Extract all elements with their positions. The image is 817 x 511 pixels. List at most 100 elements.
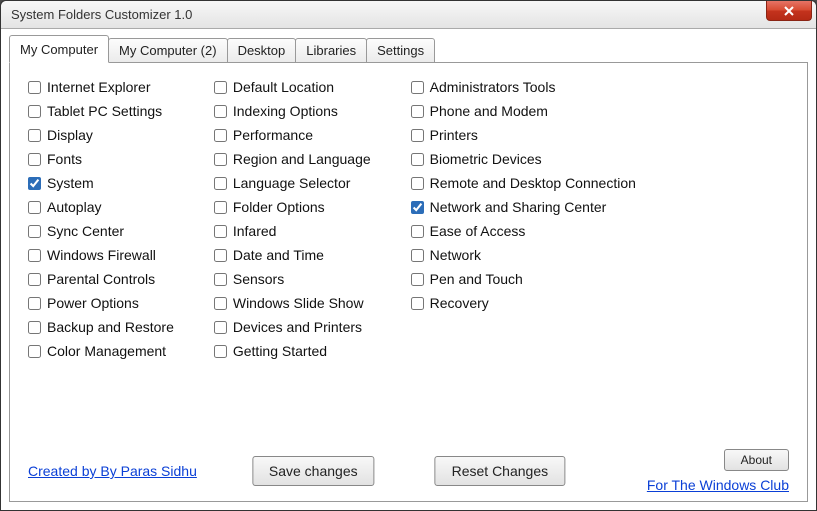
column-3: Administrators Tools Phone and Modem Print… <box>411 79 636 443</box>
option-label: Backup and Restore <box>47 319 174 335</box>
option-windows-slide-show[interactable]: Windows Slide Show <box>214 295 371 311</box>
checkbox[interactable] <box>411 105 424 118</box>
option-label: Autoplay <box>47 199 101 215</box>
tabstrip: My ComputerMy Computer (2)DesktopLibrari… <box>9 35 808 63</box>
author-link[interactable]: Created by By Paras Sidhu <box>28 463 197 479</box>
checkbox[interactable] <box>411 225 424 238</box>
option-color-management[interactable]: Color Management <box>28 343 174 359</box>
checkbox[interactable] <box>411 153 424 166</box>
checkbox[interactable] <box>411 273 424 286</box>
option-label: Biometric Devices <box>430 151 542 167</box>
option-label: Sync Center <box>47 223 124 239</box>
option-sensors[interactable]: Sensors <box>214 271 371 287</box>
option-windows-firewall[interactable]: Windows Firewall <box>28 247 174 263</box>
option-infared[interactable]: Infared <box>214 223 371 239</box>
checkbox[interactable] <box>214 177 227 190</box>
option-system[interactable]: System <box>28 175 174 191</box>
option-ease-of-access[interactable]: Ease of Access <box>411 223 636 239</box>
checkbox[interactable] <box>411 129 424 142</box>
option-label: Indexing Options <box>233 103 338 119</box>
checkbox[interactable] <box>214 345 227 358</box>
option-label: Administrators Tools <box>430 79 556 95</box>
checkbox[interactable] <box>411 201 424 214</box>
option-network[interactable]: Network <box>411 247 636 263</box>
option-indexing-options[interactable]: Indexing Options <box>214 103 371 119</box>
checkbox-columns: Internet Explorer Tablet PC Settings Displ… <box>28 79 789 443</box>
checkbox[interactable] <box>28 273 41 286</box>
checkbox[interactable] <box>28 105 41 118</box>
close-button[interactable] <box>766 1 812 21</box>
checkbox[interactable] <box>411 81 424 94</box>
option-language-selector[interactable]: Language Selector <box>214 175 371 191</box>
tab-desktop[interactable]: Desktop <box>227 38 297 63</box>
tab-libraries[interactable]: Libraries <box>295 38 367 63</box>
option-parental-controls[interactable]: Parental Controls <box>28 271 174 287</box>
option-getting-started[interactable]: Getting Started <box>214 343 371 359</box>
option-fonts[interactable]: Fonts <box>28 151 174 167</box>
option-label: Internet Explorer <box>47 79 151 95</box>
checkbox[interactable] <box>28 249 41 262</box>
option-label: Recovery <box>430 295 489 311</box>
option-devices-and-printers[interactable]: Devices and Printers <box>214 319 371 335</box>
checkbox[interactable] <box>28 345 41 358</box>
checkbox[interactable] <box>28 129 41 142</box>
option-label: Getting Started <box>233 343 327 359</box>
tab-my-computer-2-[interactable]: My Computer (2) <box>108 38 228 63</box>
checkbox[interactable] <box>214 321 227 334</box>
option-administrators-tools[interactable]: Administrators Tools <box>411 79 636 95</box>
option-network-and-sharing-center[interactable]: Network and Sharing Center <box>411 199 636 215</box>
option-display[interactable]: Display <box>28 127 174 143</box>
option-printers[interactable]: Printers <box>411 127 636 143</box>
checkbox[interactable] <box>214 273 227 286</box>
about-button[interactable]: About <box>724 449 789 471</box>
checkbox[interactable] <box>411 249 424 262</box>
reset-button[interactable]: Reset Changes <box>435 456 566 486</box>
checkbox[interactable] <box>28 153 41 166</box>
option-remote-and-desktop-connection[interactable]: Remote and Desktop Connection <box>411 175 636 191</box>
option-recovery[interactable]: Recovery <box>411 295 636 311</box>
option-pen-and-touch[interactable]: Pen and Touch <box>411 271 636 287</box>
checkbox[interactable] <box>28 81 41 94</box>
option-label: Ease of Access <box>430 223 526 239</box>
save-button[interactable]: Save changes <box>252 456 375 486</box>
option-label: Network and Sharing Center <box>430 199 607 215</box>
option-date-and-time[interactable]: Date and Time <box>214 247 371 263</box>
option-label: Default Location <box>233 79 334 95</box>
site-link[interactable]: For The Windows Club <box>647 477 789 493</box>
checkbox[interactable] <box>214 81 227 94</box>
checkbox[interactable] <box>214 297 227 310</box>
option-power-options[interactable]: Power Options <box>28 295 174 311</box>
option-sync-center[interactable]: Sync Center <box>28 223 174 239</box>
option-label: Performance <box>233 127 313 143</box>
option-tablet-pc-settings[interactable]: Tablet PC Settings <box>28 103 174 119</box>
checkbox[interactable] <box>28 297 41 310</box>
checkbox[interactable] <box>214 201 227 214</box>
tab-settings[interactable]: Settings <box>366 38 435 63</box>
checkbox[interactable] <box>214 225 227 238</box>
checkbox[interactable] <box>411 297 424 310</box>
checkbox[interactable] <box>28 321 41 334</box>
option-region-and-language[interactable]: Region and Language <box>214 151 371 167</box>
option-label: Date and Time <box>233 247 324 263</box>
checkbox[interactable] <box>28 177 41 190</box>
tabpanel-my-computer: Internet Explorer Tablet PC Settings Displ… <box>9 62 808 502</box>
checkbox[interactable] <box>214 105 227 118</box>
option-default-location[interactable]: Default Location <box>214 79 371 95</box>
option-performance[interactable]: Performance <box>214 127 371 143</box>
option-biometric-devices[interactable]: Biometric Devices <box>411 151 636 167</box>
checkbox[interactable] <box>411 177 424 190</box>
checkbox[interactable] <box>214 249 227 262</box>
option-autoplay[interactable]: Autoplay <box>28 199 174 215</box>
tab-my-computer[interactable]: My Computer <box>9 35 109 63</box>
checkbox[interactable] <box>214 129 227 142</box>
option-phone-and-modem[interactable]: Phone and Modem <box>411 103 636 119</box>
option-label: Devices and Printers <box>233 319 362 335</box>
checkbox[interactable] <box>28 225 41 238</box>
option-internet-explorer[interactable]: Internet Explorer <box>28 79 174 95</box>
checkbox[interactable] <box>28 201 41 214</box>
checkbox[interactable] <box>214 153 227 166</box>
option-backup-and-restore[interactable]: Backup and Restore <box>28 319 174 335</box>
option-label: Phone and Modem <box>430 103 548 119</box>
titlebar[interactable]: System Folders Customizer 1.0 <box>1 1 816 29</box>
option-folder-options[interactable]: Folder Options <box>214 199 371 215</box>
